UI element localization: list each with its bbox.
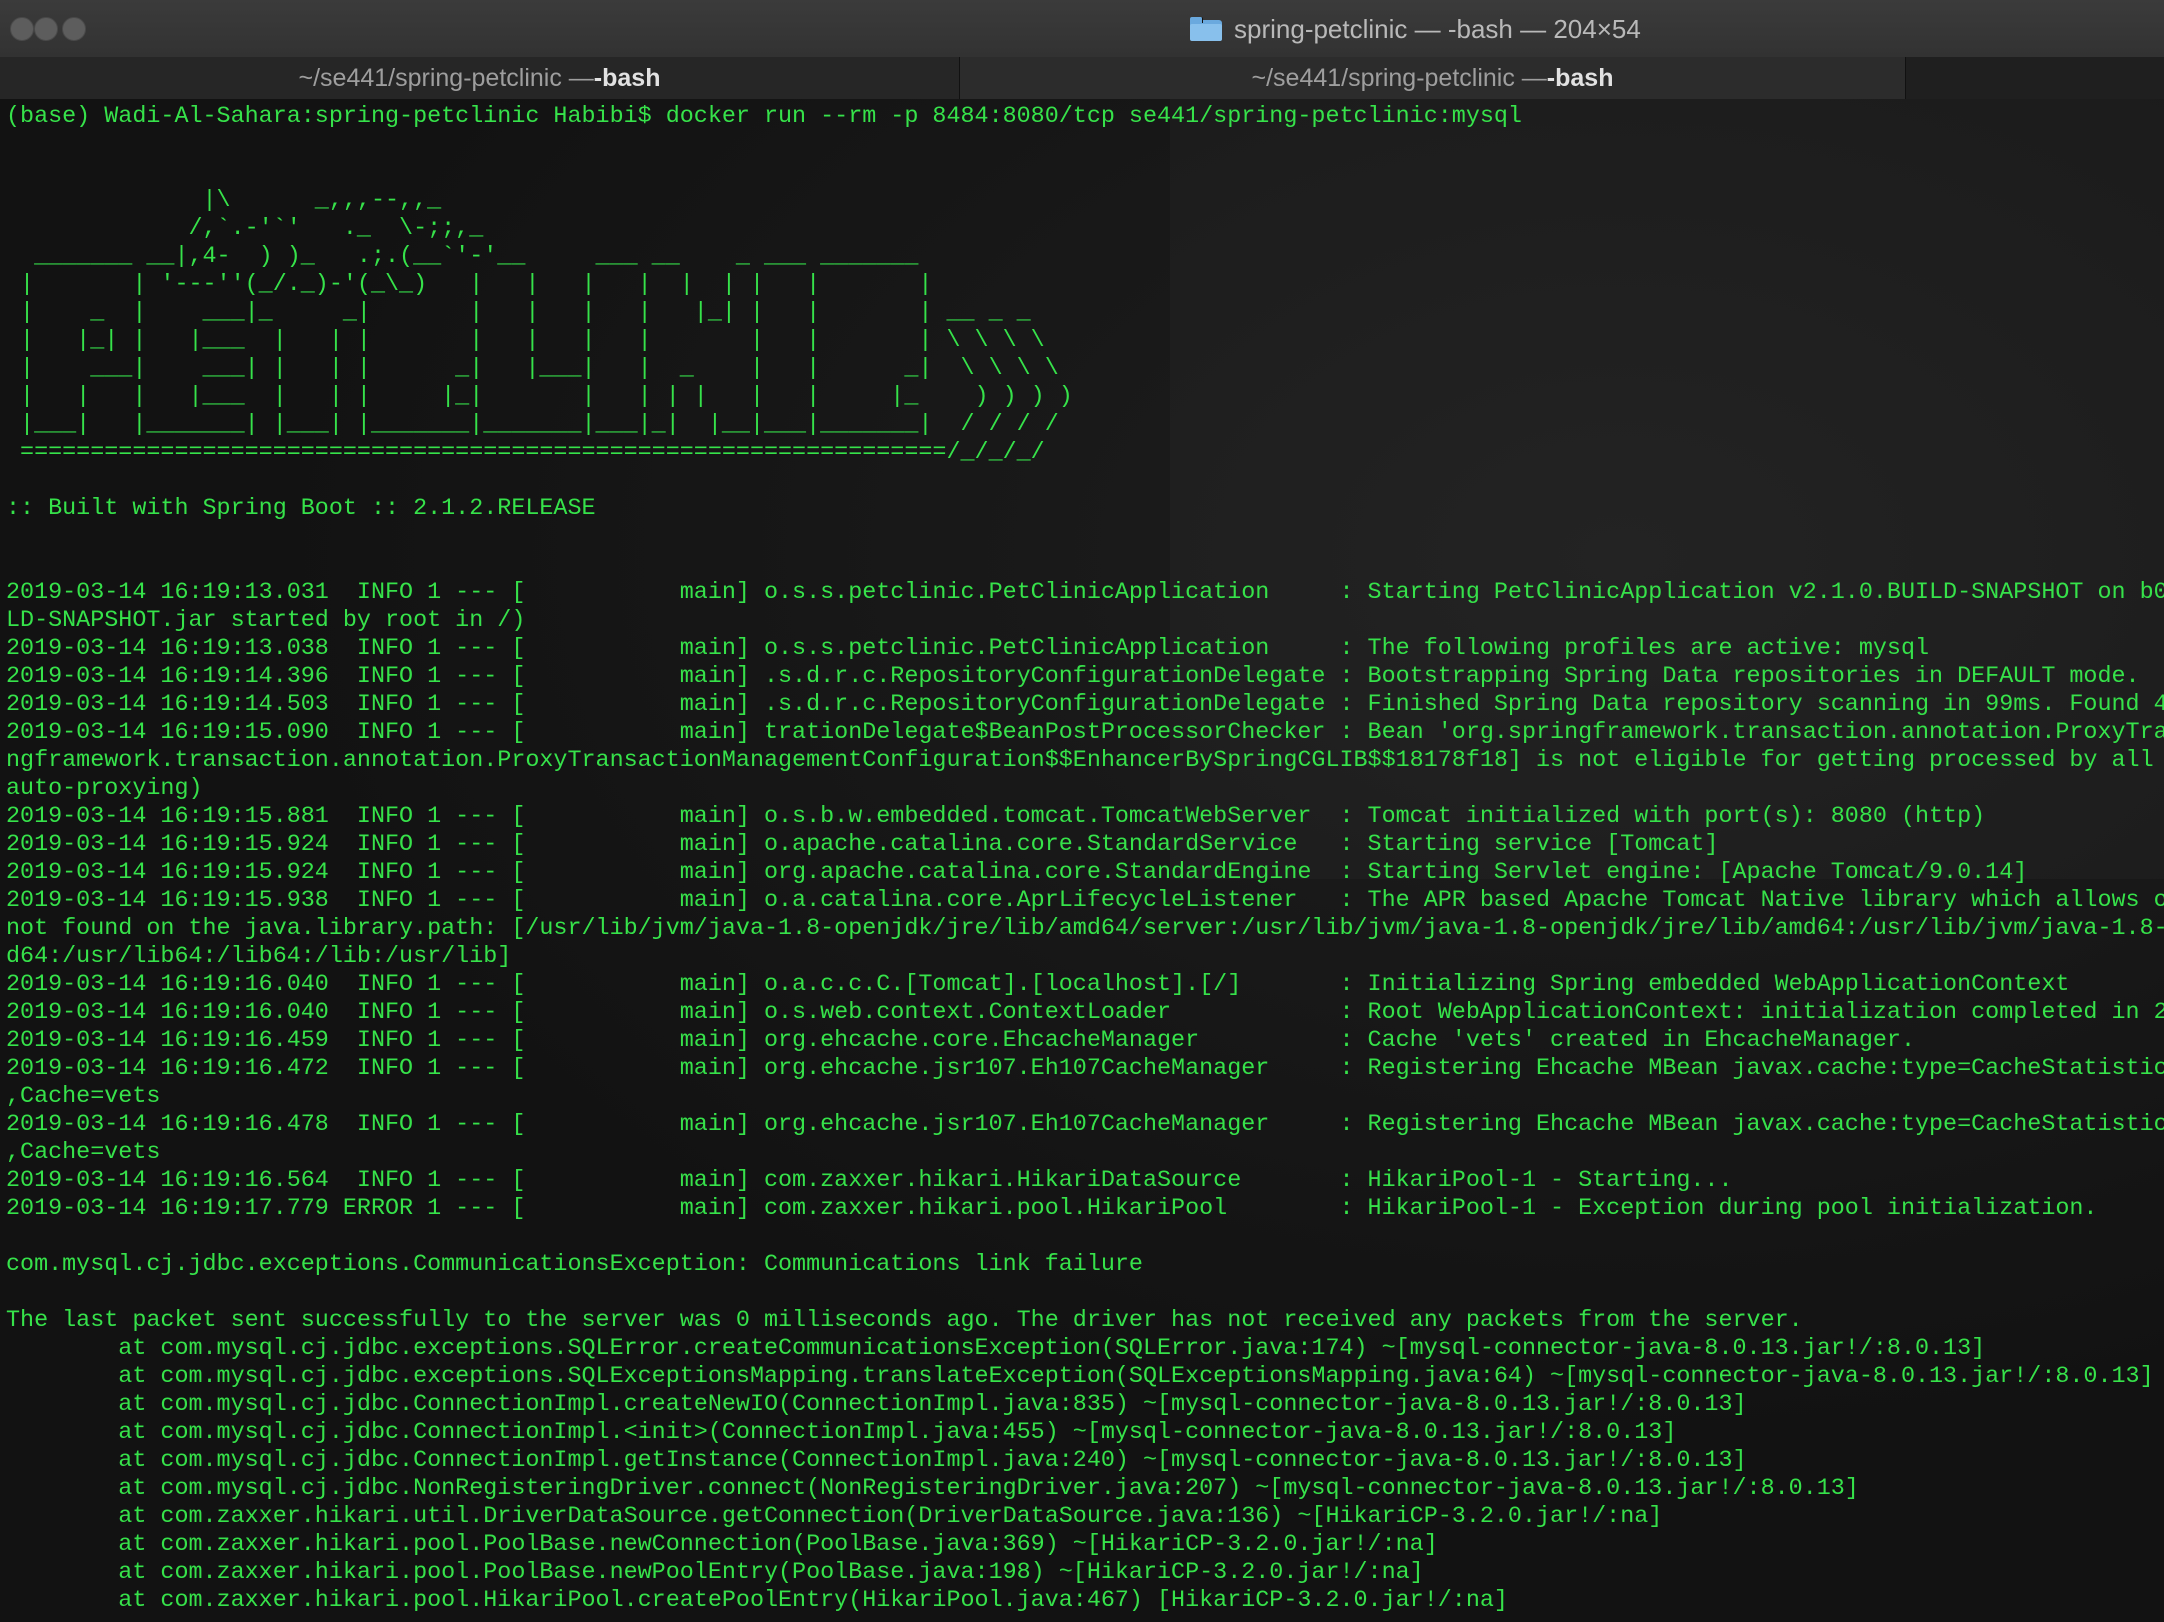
title-bar[interactable]: spring-petclinic — -bash — 204×54 [0,0,2164,58]
command-prompt-line: (base) Wadi-Al-Sahara:spring-petclinic H… [6,104,1522,130]
tab-bar: ~/se441/spring-petclinic — -bash ~/se441… [0,57,2164,100]
window-title: spring-petclinic — -bash — 204×54 [1234,13,1641,44]
application-log: 2019-03-14 16:19:13.031 INFO 1 --- [ mai… [6,580,2164,1614]
close-window-icon[interactable] [10,17,34,41]
terminal-window: spring-petclinic — -bash — 204×54 ~/se44… [0,0,2164,1622]
tab-path-label: ~/se441/spring-petclinic — [1251,63,1547,92]
tab-path-label: ~/se441/spring-petclinic — [298,63,594,92]
window-title-group: spring-petclinic — -bash — 204×54 [1190,12,1641,46]
zoom-window-icon[interactable] [62,17,86,41]
folder-icon [1190,17,1222,41]
minimize-window-icon[interactable] [34,17,58,41]
tab-bash-2[interactable]: ~/se441/spring-petclinic — -bash [960,57,1906,99]
tab-bash-1[interactable]: ~/se441/spring-petclinic — -bash [0,57,960,99]
tab-process-label: -bash [593,63,661,92]
terminal-output-area[interactable]: (base) Wadi-Al-Sahara:spring-petclinic H… [0,99,2164,1622]
petclinic-ascii-banner: |\ _,,,--,,_ /,`.-'`' ._ \-;;,_ _______ … [6,188,1073,522]
new-tab-area[interactable] [1906,57,2164,99]
tab-process-label: -bash [1546,63,1614,92]
